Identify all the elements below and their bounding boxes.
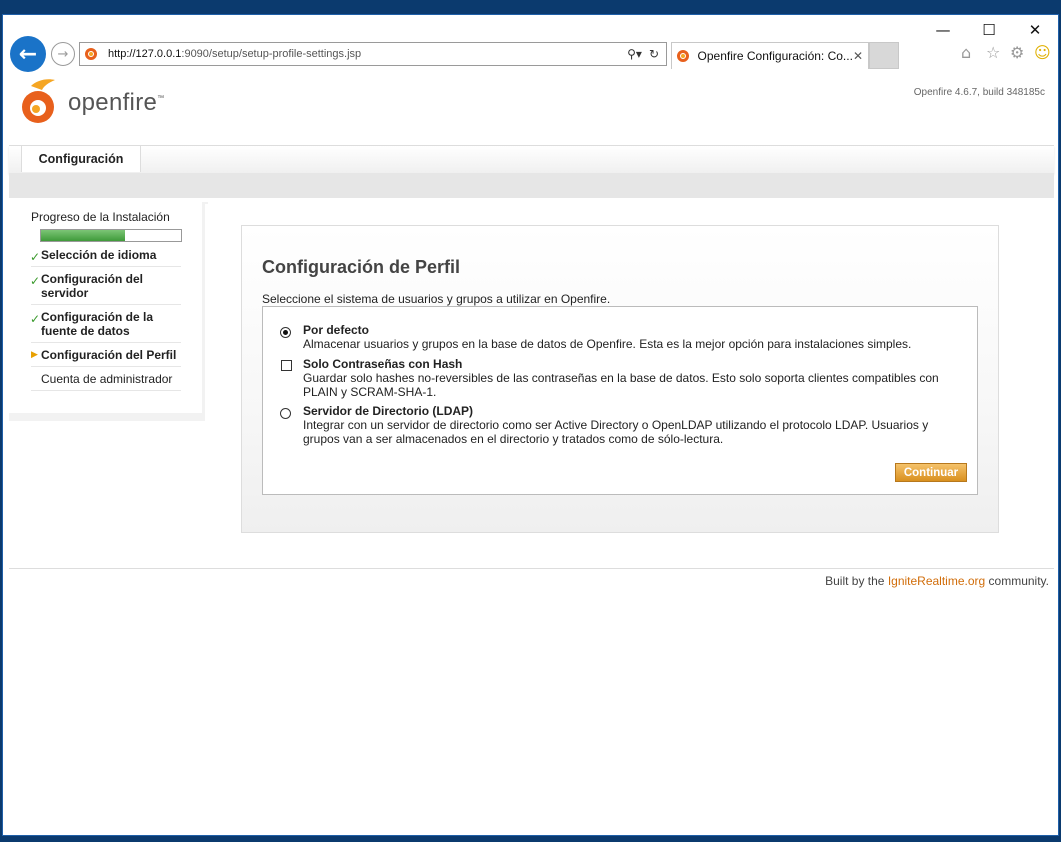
page-title: Configuración de Perfil	[262, 257, 461, 277]
footer-suffix: community.	[985, 574, 1049, 588]
tab-title: Openfire Configuración: Co...	[697, 49, 853, 63]
browser-window: — ☐ ✕ ← → http://127.0.0.1:9090/setup/se…	[2, 14, 1059, 836]
igniterealtime-link[interactable]: IgniteRealtime.org	[888, 574, 985, 588]
step-label: Configuración de la fuente de datos	[41, 310, 154, 338]
search-icon[interactable]: ⚲▾	[627, 47, 642, 61]
version-label: Openfire 4.6.7, build 348185c	[913, 87, 1045, 98]
profile-settings-panel: Configuración de Perfil Seleccione el si…	[241, 225, 999, 533]
page-description: Seleccione el sistema de usuarios y grup…	[262, 292, 611, 306]
checkmark-icon: ✓	[30, 312, 41, 326]
step-language: ✓ Selección de idioma	[30, 243, 181, 267]
option-description: Integrar con un servidor de directorio c…	[303, 418, 929, 446]
address-bar[interactable]: http://127.0.0.1:9090/setup/setup-profil…	[79, 42, 667, 66]
brand-name: openfire™	[68, 89, 164, 117]
back-button[interactable]: ←	[10, 36, 46, 72]
settings-gear-icon[interactable]: ⚙	[1010, 43, 1024, 62]
feedback-smiley-icon[interactable]: ☺	[1034, 43, 1051, 62]
default-radio[interactable]	[280, 327, 291, 338]
home-icon[interactable]: ⌂	[961, 43, 971, 62]
step-datasource: ✓ Configuración de la fuente de datos	[30, 305, 181, 343]
tab-close-icon[interactable]: ✕	[853, 49, 863, 63]
step-server: ✓ Configuración del servidor	[30, 267, 181, 305]
page: openfire™ Openfire 4.6.7, build 348185c …	[3, 75, 1058, 835]
continue-button[interactable]: Continuar	[895, 463, 967, 482]
option-description: Almacenar usuarios y grupos en la base d…	[303, 337, 912, 351]
checkmark-icon: ✓	[30, 274, 41, 288]
url-host: http://127.0.0.1	[108, 48, 182, 60]
maximize-button[interactable]: ☐	[966, 17, 1012, 43]
openfire-logo-icon	[22, 79, 55, 123]
forward-button[interactable]: →	[51, 42, 75, 66]
footer-text: Built by the IgniteRealtime.org communit…	[825, 574, 1049, 588]
new-tab-button[interactable]	[869, 42, 899, 69]
ldap-radio[interactable]	[280, 408, 291, 419]
minimize-button[interactable]: —	[920, 17, 966, 43]
step-profile: ▶ Configuración del Perfil	[31, 343, 181, 367]
sidebar-title: Progreso de la Instalación	[31, 210, 170, 224]
sidebar-panel: Progreso de la Instalación ✓ Selección de…	[9, 202, 202, 413]
options-box: Por defecto Almacenar usuarios y grupos …	[262, 306, 978, 495]
url-path: :9090/setup/setup-profile-settings.jsp	[181, 48, 362, 60]
option-default[interactable]: Por defecto Almacenar usuarios y grupos …	[280, 323, 953, 351]
step-label: Configuración del Perfil	[41, 348, 177, 362]
install-progress-bar	[40, 229, 182, 242]
refresh-icon[interactable]: ↻	[649, 47, 659, 61]
close-window-button[interactable]: ✕	[1012, 17, 1058, 43]
install-steps: ✓ Selección de idioma ✓ Configuración del …	[30, 243, 181, 391]
sub-nav-bar	[9, 173, 1054, 198]
step-label: Selección de idioma	[41, 248, 157, 262]
option-description: Guardar solo hashes no-reversibles de la…	[303, 371, 939, 399]
option-hashed-passwords[interactable]: Solo Contraseñas con Hash Guardar solo h…	[281, 357, 953, 399]
url-text[interactable]: http://127.0.0.1:9090/setup/setup-profil…	[108, 48, 627, 60]
step-label: Configuración del servidor	[41, 272, 143, 300]
back-arrow-icon: ←	[18, 41, 38, 67]
favorites-star-icon[interactable]: ☆	[986, 43, 1000, 62]
footer-prefix: Built by the	[825, 574, 888, 588]
sidebar: Progreso de la Instalación ✓ Selección de…	[9, 202, 208, 421]
footer: Built by the IgniteRealtime.org communit…	[9, 568, 1054, 588]
current-step-arrow-icon: ▶	[31, 350, 38, 360]
tab-favicon-icon	[677, 49, 690, 63]
tab-configuracion[interactable]: Configuración	[21, 146, 141, 172]
step-label: Cuenta de administrador	[41, 372, 173, 386]
checkmark-icon: ✓	[30, 250, 41, 264]
brand-text: openfire	[68, 89, 158, 116]
top-nav: Configuración	[9, 145, 1054, 173]
browser-tab[interactable]: Openfire Configuración: Co... ✕	[671, 42, 869, 69]
option-ldap[interactable]: Servidor de Directorio (LDAP) Integrar c…	[280, 404, 953, 446]
site-favicon-icon	[85, 47, 99, 61]
option-title: Solo Contraseñas con Hash	[303, 357, 463, 371]
option-title: Por defecto	[303, 323, 370, 337]
forward-arrow-icon: →	[57, 46, 69, 62]
browser-chrome: — ☐ ✕ ← → http://127.0.0.1:9090/setup/se…	[3, 15, 1058, 75]
option-title: Servidor de Directorio (LDAP)	[303, 404, 474, 418]
progress-fill	[41, 230, 125, 241]
main-content: Configuración de Perfil Seleccione el si…	[205, 204, 1050, 564]
brand-trademark: ™	[157, 95, 165, 102]
hashed-passwords-checkbox[interactable]	[281, 360, 292, 371]
step-admin-account: Cuenta de administrador	[31, 367, 181, 391]
